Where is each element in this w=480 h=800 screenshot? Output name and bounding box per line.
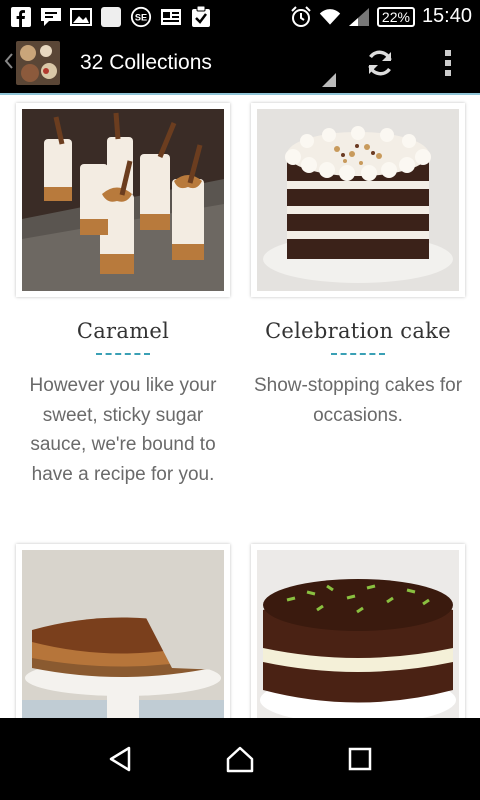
signal-icon	[348, 7, 370, 27]
system-status: 22% 15:40	[290, 5, 472, 28]
up-navigation[interactable]	[4, 50, 14, 76]
chocolate-cake-photo	[257, 550, 459, 718]
status-bar: SE 22% 15:40	[0, 0, 480, 33]
back-icon	[109, 746, 131, 772]
collection-description: However you like your sweet, sticky suga…	[29, 375, 217, 485]
battery-level: 22%	[381, 8, 410, 25]
collection-image-frame	[16, 544, 230, 718]
food-thumbnail-icon	[16, 41, 60, 85]
clipboard-check-icon	[190, 5, 212, 27]
collection-description: Show-stopping cakes for occasions.	[253, 375, 463, 426]
cheesecake-photo	[22, 550, 224, 718]
collection-title: Caramel	[76, 319, 170, 343]
action-bar: 32 Collections	[0, 33, 480, 93]
wifi-icon	[319, 7, 341, 27]
sf-icon: SE	[130, 6, 152, 27]
caramel-photo	[22, 109, 224, 291]
overflow-menu-icon	[445, 50, 451, 76]
recents-button[interactable]	[330, 729, 390, 789]
spinner-indicator-icon	[322, 73, 336, 87]
app-logo[interactable]	[16, 41, 60, 85]
collection-card-celebration-cake[interactable]: Celebration cake Show-stopping cakes for…	[251, 103, 465, 430]
title-divider	[331, 353, 385, 355]
title-divider	[96, 353, 150, 355]
collections-spinner[interactable]: 32 Collections	[80, 33, 344, 93]
collection-card-4[interactable]	[251, 544, 465, 718]
notification-icons: SE	[10, 5, 212, 27]
collection-image-frame	[16, 103, 230, 297]
home-button[interactable]	[210, 729, 270, 789]
recents-icon	[348, 747, 372, 771]
status-clock: 15:40	[421, 5, 472, 27]
collection-title: Celebration cake	[265, 319, 451, 343]
refresh-icon	[368, 50, 392, 76]
overflow-menu-button[interactable]	[416, 33, 480, 93]
back-button[interactable]	[90, 729, 150, 789]
facebook-icon	[10, 6, 32, 27]
collections-grid[interactable]: Caramel However you like your sweet, sti…	[0, 95, 480, 718]
alarm-icon	[290, 5, 312, 27]
home-icon	[226, 746, 254, 773]
news-icon	[160, 7, 182, 27]
refresh-button[interactable]	[344, 33, 416, 93]
page-title: 32 Collections	[80, 51, 212, 74]
collection-card-caramel[interactable]: Caramel However you like your sweet, sti…	[16, 103, 230, 489]
battery-indicator: 22%	[376, 6, 415, 27]
collection-card-3[interactable]	[16, 544, 230, 718]
blank-app-icon	[100, 6, 122, 27]
gallery-icon	[70, 7, 92, 27]
collection-image-frame	[251, 103, 465, 297]
celebration-cake-photo	[257, 109, 459, 291]
chevron-left-icon	[4, 53, 13, 69]
svg-text:SE: SE	[135, 12, 147, 22]
navigation-bar	[0, 718, 480, 800]
chat-icon	[40, 7, 62, 27]
collection-image-frame	[251, 544, 465, 718]
